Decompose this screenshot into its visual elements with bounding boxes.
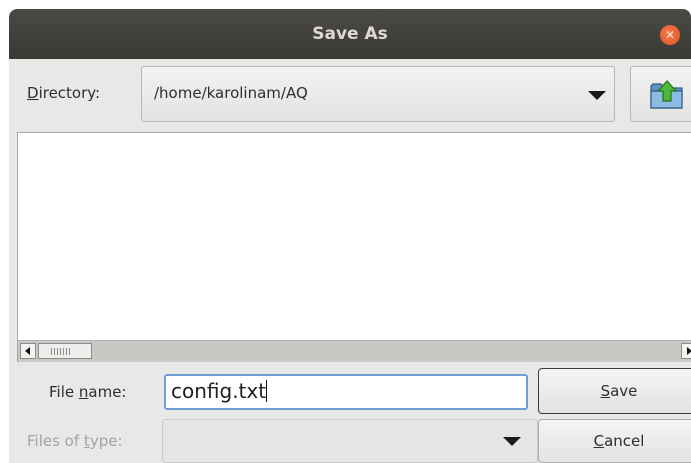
chevron-down-icon (588, 91, 606, 100)
files-of-type-combobox[interactable] (162, 419, 538, 463)
scrollbar-thumb[interactable] (38, 343, 92, 359)
arrow-right-icon (687, 347, 691, 355)
file-list[interactable] (17, 132, 691, 362)
scroll-left-button[interactable] (20, 343, 36, 359)
horizontal-scrollbar[interactable] (18, 340, 691, 362)
dialog-title: Save As (312, 24, 388, 44)
chevron-down-icon (503, 437, 521, 446)
title-bar[interactable]: Save As ✕ (9, 9, 691, 59)
scroll-right-button[interactable] (681, 343, 691, 359)
file-name-label: File name: (49, 383, 127, 401)
directory-combobox[interactable]: /home/karolinam/AQ (141, 66, 615, 122)
files-of-type-label: Files of type: (27, 432, 123, 450)
arrow-left-icon (25, 347, 30, 355)
up-one-level-button[interactable] (630, 66, 691, 122)
folder-up-arrow-icon (650, 80, 683, 109)
close-icon[interactable]: ✕ (660, 25, 680, 45)
save-as-dialog: Save As ✕ Directory: /home/karolinam/AQ (9, 9, 691, 463)
cancel-button[interactable]: Cancel (538, 419, 691, 463)
file-name-input[interactable]: config.txt (164, 374, 528, 410)
directory-path: /home/karolinam/AQ (154, 84, 308, 102)
save-button[interactable]: Save (538, 368, 691, 414)
directory-label: Directory: (27, 84, 101, 102)
